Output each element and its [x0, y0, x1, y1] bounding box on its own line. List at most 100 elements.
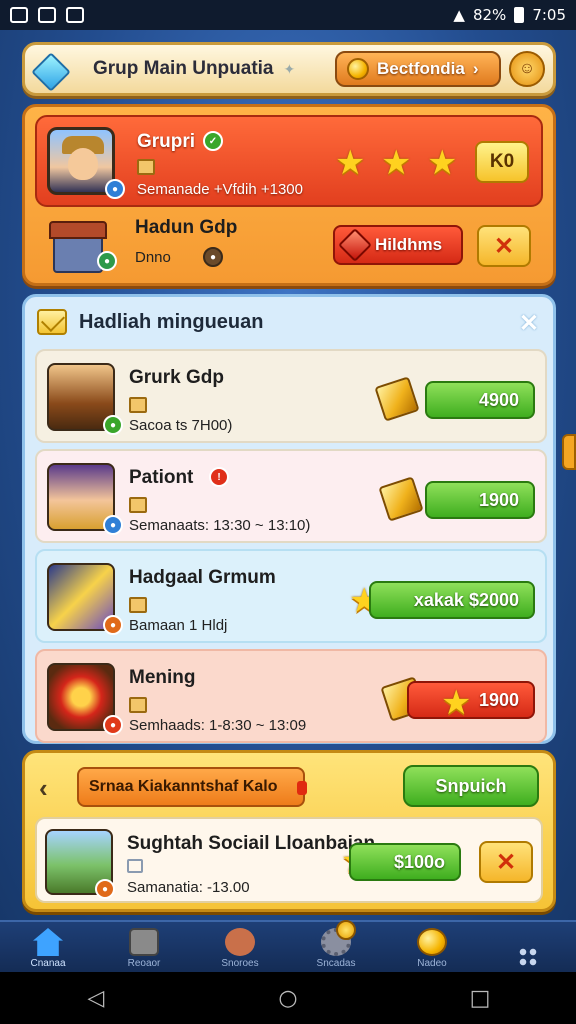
reward-name: Grurk Gdp — [129, 367, 225, 388]
alert-icon: ! — [209, 467, 229, 487]
close-button[interactable]: ✕ — [477, 225, 531, 267]
star-rating — [335, 143, 457, 183]
nav-label: Reoaor — [127, 958, 161, 969]
header-action-label: Bectfondia — [377, 59, 465, 78]
image-icon — [66, 7, 84, 23]
group-subtitle: Semanade +Vfdih +1300 — [137, 181, 303, 198]
reward-row[interactable]: ● Pationt ! Semanaats: 13:30 ~ 13:10) 19… — [35, 449, 547, 543]
coin-icon — [347, 58, 369, 80]
close-icon: ✕ — [493, 232, 515, 260]
coin-badge-icon — [336, 920, 356, 940]
reward-name: Pationt — [129, 467, 194, 488]
level-badge: ● — [103, 515, 123, 535]
side-drawer-handle[interactable] — [562, 434, 576, 470]
social-row[interactable]: ● Sughtah Sociail Lloanbaian Samanatia: … — [35, 817, 543, 903]
level-badge: ● — [95, 879, 115, 899]
close-icon: ✕ — [495, 848, 517, 876]
social-amount: $100o — [349, 843, 461, 881]
home-circle-icon[interactable]: ○ — [258, 986, 318, 1011]
group-name: Grupri — [137, 131, 196, 152]
wifi-icon: ▲ — [453, 6, 465, 24]
level-badge: ● — [103, 615, 123, 635]
header-action-button[interactable]: Bectfondia › — [335, 51, 501, 87]
reward-subtitle: Semanaats: 13:30 ~ 13:10) — [129, 517, 311, 534]
nav-settings[interactable]: Sncadas — [288, 920, 384, 972]
level-badge: ● — [103, 415, 123, 435]
ruby-icon — [338, 228, 372, 262]
back-icon[interactable]: ◁ — [66, 986, 126, 1011]
weekly-title: Hadliah mingueuan — [79, 310, 264, 333]
group-row-highlighted[interactable]: ● Grupri ✓ Semanade +Vfdih +1300 K0 — [35, 115, 543, 207]
star-icon — [427, 143, 457, 183]
grid-icon — [518, 947, 538, 967]
sparkle-icon: ✦ — [283, 60, 296, 77]
status-bar: ▲ 82% 7:05 — [0, 0, 576, 30]
recents-icon[interactable]: □ — [450, 986, 510, 1011]
gold-block-icon — [378, 476, 424, 522]
clock: 7:05 — [532, 6, 566, 24]
reward-subtitle: Bamaan 1 Hldj — [129, 617, 228, 634]
app-icon — [38, 7, 56, 23]
group-row[interactable]: ● Hadun Gdp Dnno ● Hildhms ✕ — [35, 211, 543, 277]
nav-home[interactable]: Cnanaa — [0, 922, 96, 972]
close-button[interactable]: ✕ — [479, 841, 533, 883]
nav-more[interactable] — [480, 922, 576, 972]
system-navigation-bar: ◁ ○ □ — [0, 972, 576, 1024]
confirm-button[interactable]: K0 — [475, 141, 529, 183]
nav-chat[interactable]: Snoroes — [192, 922, 288, 972]
reward-subtitle: Sacoa ts 7H00) — [129, 417, 233, 434]
reward-row[interactable]: ● Grurk Gdp Sacoa ts 7H00) 4900 — [35, 349, 547, 443]
star-icon — [381, 143, 411, 183]
reward-amount: xakak $2000 — [369, 581, 535, 619]
social-banner-label: Srnaa Kiakanntshaf Kalo — [89, 778, 278, 795]
group-name: Hadun Gdp — [135, 217, 238, 238]
chevron-right-icon: › — [472, 59, 479, 78]
gem-icon — [33, 52, 67, 86]
social-banner: Srnaa Kiakanntshaf Kalo — [77, 767, 307, 807]
close-icon[interactable]: ✕ — [519, 309, 539, 338]
group-panel: ● Grupri ✓ Semanade +Vfdih +1300 K0 ● Ha… — [22, 104, 556, 286]
page-title: Grup Main Unpuatia — [93, 58, 274, 79]
star-icon — [335, 143, 365, 183]
dice-icon — [129, 928, 159, 956]
chest-icon — [129, 497, 147, 513]
hilda-button-label: Hildhms — [375, 235, 443, 254]
battery-level: 82% — [472, 6, 507, 24]
chest-icon — [129, 397, 147, 413]
user-icon: ☺ — [518, 60, 536, 77]
verified-icon: ✓ — [203, 131, 223, 151]
reward-subtitle: Semhaads: 1-8:30 ~ 13:09 — [129, 717, 307, 734]
level-badge: ● — [105, 179, 125, 199]
coin-icon — [417, 928, 447, 956]
tag-icon — [297, 781, 307, 795]
reward-row[interactable]: ● Hadgaal Grmum Bamaan 1 Hldj xakak $200… — [35, 549, 547, 643]
hilda-button[interactable]: Hildhms — [333, 225, 463, 265]
notification-icon — [10, 7, 28, 23]
group-subtitle: Dnno — [135, 249, 171, 266]
home-icon — [33, 928, 63, 956]
nav-label: Nadeo — [417, 958, 447, 969]
reward-amount: 1900 — [425, 481, 535, 519]
search-button[interactable]: Snpuich — [403, 765, 539, 807]
nav-games[interactable]: Reoaor — [96, 922, 192, 972]
chevron-left-icon[interactable]: ‹ — [39, 773, 48, 804]
level-badge: ● — [103, 715, 123, 735]
envelope-icon — [37, 309, 67, 335]
coin-icon: ● — [203, 247, 223, 267]
social-name: Sughtah Sociail Lloanbaian — [127, 833, 376, 854]
nav-wallet[interactable]: Nadeo — [384, 922, 480, 972]
nav-label: Sncadas — [316, 958, 356, 969]
level-badge: ● — [97, 251, 117, 271]
profile-button[interactable]: ☺ — [509, 51, 545, 87]
weekly-rewards-panel: Hadliah mingueuan ✕ ● Grurk Gdp Sacoa ts… — [22, 294, 556, 744]
reward-name: Hadgaal Grmum — [129, 567, 276, 588]
bottom-navigation: Cnanaa Reoaor Snoroes Sncadas Nadeo — [0, 920, 576, 972]
battery-icon — [514, 7, 525, 23]
chest-icon — [137, 159, 155, 175]
nav-label: Snoroes — [221, 958, 259, 969]
social-subtitle: Samanatia: -13.00 — [127, 879, 250, 896]
reward-name: Mening — [129, 667, 196, 688]
chest-icon — [129, 697, 147, 713]
header-bar: Grup Main Unpuatia ✦ Bectfondia › ☺ — [22, 42, 556, 96]
reward-row[interactable]: ● Mening Semhaads: 1-8:30 ~ 13:09 1900 — [35, 649, 547, 743]
